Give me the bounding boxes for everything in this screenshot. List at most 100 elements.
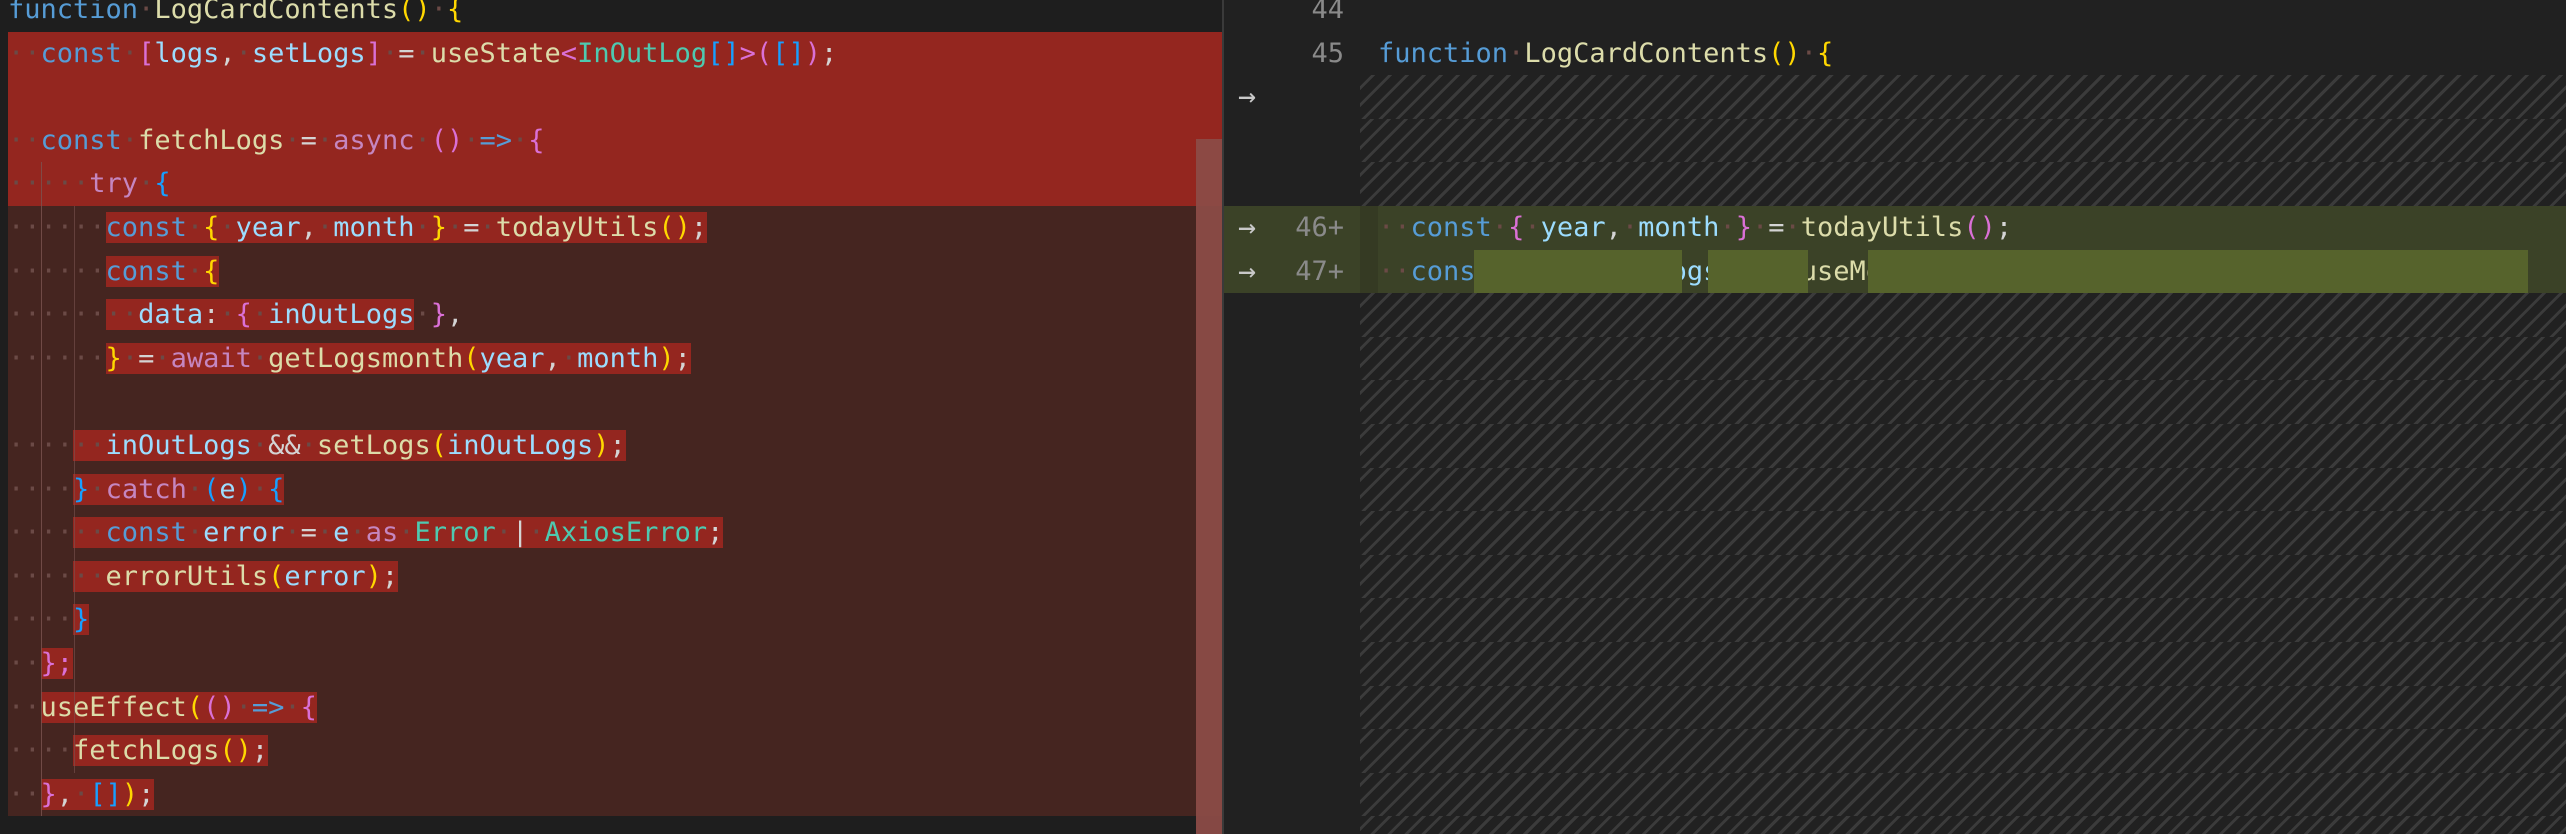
code-token: } xyxy=(430,299,447,331)
line-number-gutter[interactable]: 47+ → xyxy=(1224,249,1360,294)
code-line-text: function·LogCardContents()·{ xyxy=(0,0,463,25)
code-token: ( xyxy=(430,124,447,156)
line-number-gutter[interactable]: 46+ → xyxy=(1224,205,1360,250)
line-number-gutter[interactable]: 44 xyxy=(1224,0,1360,32)
code-row-modified[interactable] xyxy=(1224,467,2566,512)
line-number-gutter[interactable]: 45 xyxy=(1224,32,1360,76)
code-line-removed[interactable]: ······const·{ xyxy=(0,249,1224,294)
code-line-removed[interactable]: ······errorUtils(error); xyxy=(0,554,1224,599)
line-number-gutter[interactable] xyxy=(1224,162,1360,206)
code-line-removed[interactable]: ··},·[]); xyxy=(0,772,1224,817)
indent-guide xyxy=(74,423,75,468)
code-row-modified[interactable] xyxy=(1224,423,2566,468)
code-token: < xyxy=(560,37,578,69)
code-line-removed[interactable]: ··useEffect(()·=>·{ xyxy=(0,685,1224,730)
code-token: ·· xyxy=(8,735,41,767)
code-line-removed[interactable]: ··const·fetchLogs·=·async·()·=>·{ xyxy=(0,118,1224,163)
code-row-modified[interactable]: 44 xyxy=(1224,0,2566,32)
code-token: · xyxy=(414,124,431,156)
code-row-modified[interactable]: 47+ → ··const·{·value:·logs·}·=·useMonthTi… xyxy=(1224,249,2566,294)
code-line-text: ······errorUtils(error); xyxy=(0,560,399,592)
code-token: · xyxy=(219,299,236,331)
line-number-gutter[interactable] xyxy=(1224,816,1360,834)
left-code-scroll[interactable]: function·LogCardContents()·{ ··const·[log… xyxy=(0,0,1224,817)
line-number-gutter[interactable] xyxy=(1224,511,1360,555)
line-number-gutter[interactable] xyxy=(1224,293,1360,337)
code-row-modified[interactable] xyxy=(1224,511,2566,555)
code-line-removed[interactable]: ····}·catch·(e)·{ xyxy=(0,467,1224,512)
code-token: { xyxy=(528,124,545,156)
code-line-removed[interactable]: function·LogCardContents()·{ xyxy=(0,0,1224,32)
right-code-scroll[interactable]: 44 45 function·LogCardContents()·{→ 46+ → ··c… xyxy=(1224,0,2566,834)
code-token: ( xyxy=(430,429,447,461)
line-number-gutter[interactable] xyxy=(1224,642,1360,686)
inline-diff-viewer[interactable]: function·LogCardContents()·{ ··const·[log… xyxy=(0,0,2566,834)
code-row-modified[interactable] xyxy=(1224,772,2566,817)
code-row-modified[interactable]: 45 function·LogCardContents()·{ xyxy=(1224,31,2566,76)
line-number-gutter[interactable] xyxy=(1224,337,1360,381)
code-row-modified[interactable] xyxy=(1224,816,2566,834)
line-number-gutter[interactable] xyxy=(1224,555,1360,599)
code-row-modified[interactable] xyxy=(1224,336,2566,381)
code-token: > xyxy=(739,37,756,69)
line-number-gutter[interactable] xyxy=(1224,119,1360,163)
code-row-modified[interactable] xyxy=(1224,729,2566,773)
code-line-text: ····} xyxy=(0,604,90,636)
code-line-removed[interactable]: ········data:·{·inOutLogs·}, xyxy=(0,293,1224,337)
indent-guide xyxy=(41,772,42,817)
arrow-right-icon[interactable]: → xyxy=(1238,206,1256,250)
code-line-removed[interactable] xyxy=(0,75,1224,119)
line-number-gutter[interactable]: → xyxy=(1224,75,1360,119)
code-line-removed[interactable]: ·····try·{ xyxy=(0,162,1224,206)
code-token: · xyxy=(414,37,431,69)
code-token: · xyxy=(219,211,236,243)
code-line-removed[interactable]: ······const·{·year,·month·}·=·todayUtils… xyxy=(0,205,1224,250)
line-number-gutter[interactable] xyxy=(1224,468,1360,512)
code-row-modified[interactable] xyxy=(1224,641,2566,686)
code-token: · xyxy=(447,211,464,243)
code-row-modified[interactable] xyxy=(1224,293,2566,337)
line-number-gutter[interactable] xyxy=(1224,773,1360,817)
original-version-pane[interactable]: function·LogCardContents()·{ ··const·[log… xyxy=(0,0,1224,834)
code-row-modified[interactable]: → xyxy=(1224,75,2566,119)
code-line-removed[interactable] xyxy=(0,380,1224,424)
code-token: const xyxy=(105,255,187,287)
code-row-modified[interactable] xyxy=(1224,380,2566,424)
code-line-removed[interactable]: ······const·error·=·e·as·Error·|·AxiosEr… xyxy=(0,511,1224,555)
code-line-removed[interactable]: ··}; xyxy=(0,641,1224,686)
arrow-right-icon[interactable]: → xyxy=(1238,75,1256,119)
modified-version-pane[interactable]: 44 45 function·LogCardContents()·{→ 46+ → ··c… xyxy=(1224,0,2566,834)
code-row-modified[interactable] xyxy=(1224,162,2566,206)
code-row-modified[interactable] xyxy=(1224,118,2566,163)
code-line-removed[interactable]: ····} xyxy=(0,598,1224,642)
code-token: AxiosError xyxy=(544,517,708,549)
code-token: ·· xyxy=(73,560,106,592)
code-token: = xyxy=(463,211,480,243)
line-number-gutter[interactable] xyxy=(1224,380,1360,424)
code-line-removed[interactable]: ····fetchLogs(); xyxy=(0,729,1224,773)
code-row-modified[interactable] xyxy=(1224,554,2566,599)
code-row-modified[interactable]: 46+ → ··const·{·year,·month·}·=·todayUtils… xyxy=(1224,205,2566,250)
code-line-text: ····}·catch·(e)·{ xyxy=(0,473,285,505)
code-line-removed[interactable]: ······}·=·await·getLogsmonth(year,·month… xyxy=(0,336,1224,381)
code-token: catch xyxy=(105,473,187,505)
code-token: e xyxy=(219,473,236,505)
line-number-gutter[interactable] xyxy=(1224,729,1360,773)
code-line-text: ······}·=·await·getLogsmonth(year,·month… xyxy=(0,342,691,374)
code-row-modified[interactable] xyxy=(1224,685,2566,730)
code-row-modified[interactable] xyxy=(1224,598,2566,642)
left-edge-strip xyxy=(0,0,8,834)
code-token: ) xyxy=(1979,211,1996,243)
code-token: month xyxy=(577,342,659,374)
code-token: ·· xyxy=(40,255,74,287)
line-number-gutter[interactable] xyxy=(1224,686,1360,730)
line-number-gutter[interactable] xyxy=(1224,598,1360,642)
code-line-removed[interactable]: ··const·[logs,·setLogs]·=·useState<InOut… xyxy=(0,31,1224,76)
code-token: = xyxy=(398,37,415,69)
arrow-right-icon[interactable]: → xyxy=(1238,250,1256,294)
code-token: · xyxy=(186,517,204,549)
code-token: ; xyxy=(381,560,399,592)
indent-guide xyxy=(41,467,42,512)
line-number-gutter[interactable] xyxy=(1224,424,1360,468)
code-line-removed[interactable]: ······inOutLogs·&&·setLogs(inOutLogs); xyxy=(0,423,1224,468)
